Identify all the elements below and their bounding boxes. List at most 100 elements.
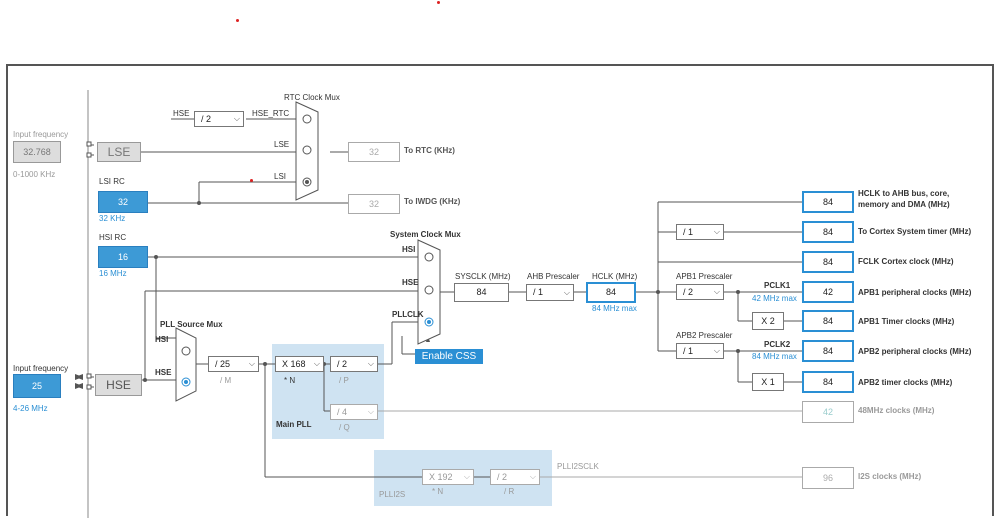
plli2s-r-value: / 2 (497, 472, 508, 482)
iwdg-output-label: To IWDG (KHz) (404, 197, 461, 206)
iwdg-output-value[interactable]: 32 (348, 194, 400, 214)
apb2-prescaler-value: / 1 (683, 346, 694, 356)
marker-dot (250, 179, 253, 182)
hsi-rc-unit: 16 MHz (99, 269, 127, 278)
pll-p-select[interactable]: / 2 ⌵ (330, 356, 378, 372)
output-apb1-peripheral[interactable]: 42 (802, 281, 854, 303)
lsi-rc-value[interactable]: 32 (98, 191, 148, 213)
pll-n-label: * N (284, 376, 296, 385)
hse-input-frequency-field[interactable]: 25 (13, 374, 61, 398)
pll-n-select[interactable]: X 168 ⌵ (275, 356, 324, 372)
plli2s-n-value: X 192 (429, 472, 453, 482)
chevron-down-icon: ⌵ (367, 359, 374, 368)
output-fclk[interactable]: 84 (802, 251, 854, 273)
hse-rtc-label: HSE_RTC (252, 109, 290, 118)
chevron-down-icon: ⌵ (713, 287, 720, 296)
chevron-down-icon: ⌵ (367, 407, 374, 416)
system-clock-mux-title: System Clock Mux (390, 230, 461, 239)
hclk-label: HCLK (MHz) (592, 272, 638, 281)
input-frequency-range: 0-1000 KHz (13, 170, 56, 179)
apb1-prescaler-label: APB1 Prescaler (676, 272, 733, 281)
marker-dot (236, 19, 239, 22)
pclk2-label: PCLK2 (764, 340, 791, 349)
pll-src-hse-label: HSE (155, 368, 172, 377)
cortex-timer-divider-select[interactable]: / 1 ⌵ (676, 224, 724, 240)
output-apb1-peripheral-label: APB1 peripheral clocks (MHz) (858, 288, 972, 297)
apb1-max: 42 MHz max (752, 294, 797, 303)
plli2s-clk-label: PLLI2SCLK (557, 462, 599, 471)
output-hclk-ahb-label: HCLK to AHB bus, core, (858, 189, 950, 198)
output-48mhz[interactable]: 42 (802, 401, 854, 423)
ahb-prescaler-value: / 1 (533, 287, 544, 297)
ahb-prescaler-select[interactable]: / 1 ⌵ (526, 284, 574, 301)
output-apb1-timer-label: APB1 Timer clocks (MHz) (858, 317, 955, 326)
output-apb2-peripheral[interactable]: 84 (802, 340, 854, 362)
chevron-down-icon: ⌵ (248, 359, 255, 368)
hclk-value[interactable]: 84 (586, 282, 636, 303)
pll-q-value: / 4 (337, 407, 348, 417)
output-apb2-timer-label: APB2 timer clocks (MHz) (858, 378, 953, 387)
rtc-output-label: To RTC (KHz) (404, 146, 455, 155)
output-i2s[interactable]: 96 (802, 467, 854, 489)
main-pll-label: Main PLL (276, 420, 312, 429)
plli2s-n-label: * N (432, 487, 444, 496)
sys-mux-hsi-label: HSI (402, 245, 416, 254)
hsi-rc-label: HSI RC (99, 233, 127, 242)
plli2s-r-label: / R (504, 487, 515, 496)
output-apb1-timer[interactable]: 84 (802, 310, 854, 332)
hse-input-frequency-range: 4-26 MHz (13, 404, 48, 413)
pll-p-label: / P (339, 376, 349, 385)
output-fclk-label: FCLK Cortex clock (MHz) (858, 257, 954, 266)
ahb-prescaler-label: AHB Prescaler (527, 272, 580, 281)
enable-css-button[interactable]: Enable CSS (415, 349, 483, 364)
sysclk-label: SYSCLK (MHz) (455, 272, 511, 281)
sysclk-value[interactable]: 84 (454, 283, 509, 302)
chevron-down-icon: ⌵ (313, 359, 320, 368)
pll-q-select[interactable]: / 4 ⌵ (330, 404, 378, 420)
rtc-output-value[interactable]: 32 (348, 142, 400, 162)
hse-rtc-divider-value: / 2 (201, 114, 212, 124)
hsi-rc-value[interactable]: 16 (98, 246, 148, 268)
chevron-down-icon: ⌵ (563, 288, 570, 297)
output-cortex-timer[interactable]: 84 (802, 221, 854, 243)
lsi-rc-unit: 32 KHz (99, 214, 126, 223)
apb2-timer-multiplier[interactable]: X 1 (752, 373, 784, 391)
pll-m-select[interactable]: / 25 ⌵ (208, 356, 259, 372)
pll-source-mux-title: PLL Source Mux (160, 320, 223, 329)
pll-m-value: / 25 (215, 359, 231, 369)
apb1-timer-multiplier[interactable]: X 2 (752, 312, 784, 330)
chevron-down-icon: ⌵ (713, 227, 720, 236)
lse-source[interactable]: LSE (97, 142, 141, 162)
output-apb2-timer[interactable]: 84 (802, 371, 854, 393)
rtc-mux-lse-input: LSE (274, 140, 290, 149)
sys-mux-pllclk-label: PLLCLK (392, 310, 424, 319)
output-hclk-ahb-label2: memory and DMA (MHz) (858, 200, 950, 209)
apb1-prescaler-select[interactable]: / 2 ⌵ (676, 284, 724, 300)
chevron-down-icon: ⌵ (463, 472, 470, 481)
pll-n-value: X 168 (282, 359, 306, 369)
plli2s-label: PLLI2S (379, 490, 406, 499)
pll-src-hsi-label: HSI (155, 335, 169, 344)
chevron-down-icon: ⌵ (233, 114, 240, 123)
lsi-rc-label: LSI RC (99, 177, 125, 186)
rtc-mux-lsi-input: LSI (274, 172, 287, 181)
output-apb2-peripheral-label: APB2 peripheral clocks (MHz) (858, 347, 972, 356)
chevron-down-icon: ⌵ (529, 472, 536, 481)
hse-rtc-divider-select[interactable]: / 2 ⌵ (194, 111, 244, 127)
apb2-prescaler-select[interactable]: / 1 ⌵ (676, 343, 724, 359)
plli2s-r-select[interactable]: / 2 ⌵ (490, 469, 540, 485)
sys-mux-hse-label: HSE (402, 278, 419, 287)
lse-input-frequency-field[interactable]: 32.768 (13, 141, 61, 163)
hse-source[interactable]: HSE (95, 374, 142, 396)
apb2-max: 84 MHz max (752, 352, 797, 361)
chevron-down-icon: ⌵ (713, 346, 720, 355)
pll-source-mux (175, 327, 197, 402)
plli2s-n-select[interactable]: X 192 ⌵ (422, 469, 474, 485)
pclk1-label: PCLK1 (764, 281, 791, 290)
pll-q-label: / Q (339, 423, 350, 432)
input-frequency-label: Input frequency (13, 130, 69, 139)
output-hclk-ahb[interactable]: 84 (802, 191, 854, 213)
clock-configuration-canvas: Input frequency 32.768 0-1000 KHz LSE LS… (6, 64, 994, 518)
apb2-prescaler-label: APB2 Prescaler (676, 331, 733, 340)
hse-input-frequency-label: Input frequency (13, 364, 69, 373)
